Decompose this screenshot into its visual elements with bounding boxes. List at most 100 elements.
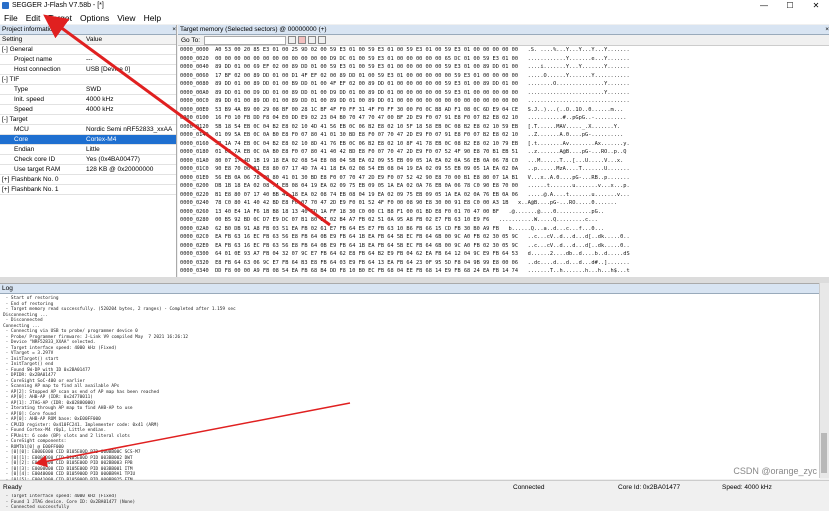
goto-label: Go To: [181,36,201,44]
minimize-button[interactable]: — [751,0,777,11]
project-setting: Host connection [0,64,84,75]
menu-view[interactable]: View [117,13,135,23]
project-value: Cortex-M4 [84,134,176,145]
project-row[interactable]: MCU Nordic Semi nRF52833_xxAA [0,124,176,135]
menu-file[interactable]: File [4,13,18,23]
project-value: --- [84,54,176,65]
hex-line: 0000_0300 64 01 0E 93 A7 FB 04 32 07 9C … [180,251,630,257]
log-scrollbar[interactable] [819,283,829,478]
project-value: 128 KB @ 0x20000000 [84,164,176,175]
nav-icon[interactable] [288,36,297,44]
project-info-panel: Project information × Setting Value [-] G… [0,25,177,277]
hex-line: 0000_0240 78 C0 80 41 40 42 BD E8 F0 07 … [180,200,617,206]
hex-line: 0000_01A0 80 07 17 4D 1B 19 18 EA 02 08 … [180,157,624,164]
menu-target[interactable]: Target [48,13,72,23]
log-output: - Start of restoring - End of restoring … [0,294,820,511]
project-row[interactable]: Speed 4000 kHz [0,104,176,115]
col-value[interactable]: Value [84,35,176,45]
project-value: SWD [84,84,176,95]
scroll-thumb[interactable] [821,433,827,473]
col-setting[interactable]: Setting [0,35,84,45]
menu-options[interactable]: Options [80,13,109,23]
hex-line: 0000_0060 17 BF 02 00 89 DD 01 00 D1 4F … [180,72,630,79]
project-value: USB [Device 0] [84,64,176,75]
project-row[interactable]: Init. speed 4000 kHz [0,94,176,105]
hex-line: 0000_0200 DB 1B 18 EA 02 08 74 EB 08 04 … [180,183,630,189]
hex-line: 0000_0280 00 B5 92 BD 0C D7 E9 DC 07 B1 … [180,217,598,223]
hex-line: 0000_0260 13 40 E4 1A F6 1B B8 18 13 40 … [180,208,605,215]
project-value: 4000 kHz [84,104,176,115]
panel-close-icon[interactable]: × [172,25,176,34]
project-value [84,44,176,55]
log-line: - Connected successfully [3,505,70,510]
memory-close-icon[interactable]: × [825,25,829,34]
hex-line: 0000_02C0 EA FB 63 16 EC FB 63 56 E8 FB … [180,234,630,240]
hex-line: 0000_00E0 53 B9 4A B9 00 29 08 BF 00 28 … [180,106,624,113]
memory-toolbar: Go To: [178,35,829,46]
project-setting: [+] Flashbank No. 0 [0,174,84,185]
project-row[interactable]: Type SWD [0,84,176,95]
project-row[interactable]: Host connection USB [Device 0] [0,64,176,75]
goto-input[interactable] [204,35,287,45]
project-row[interactable]: Project name --- [0,54,176,65]
title-bar: SEGGER J-Flash V7.58b - [*] — ☐ ✕ [0,0,829,11]
hex-line: 0000_0160 5B 1A 74 EB 0C 04 B2 E8 02 10 … [180,140,630,147]
hex-line: 0000_02A0 62 B0 DB 91 A8 FB 03 51 EA FB … [180,225,605,232]
project-setting: Speed [0,104,84,115]
project-row[interactable]: Endian Little [0,144,176,155]
project-setting: Core [0,134,84,145]
project-row[interactable]: [-] Target [0,114,176,125]
project-setting: [-] General [0,44,84,55]
x32-icon[interactable] [318,36,327,44]
project-info-header: Project information × [0,25,176,35]
project-row[interactable]: Core Cortex-M4 [0,134,176,145]
project-setting: Use target RAM [0,164,84,175]
hex-line: 0000_02E0 EA FB 63 16 EC FB 63 56 E8 FB … [180,242,630,249]
project-value [84,114,176,125]
hex-line: 0000_00C0 89 DD 01 00 89 DD 01 00 89 DD … [180,98,630,104]
project-row[interactable]: [-] General [0,44,176,55]
hex-line: 0000_0320 E8 FB 64 63 06 9C E7 FB 64 B3 … [180,259,630,266]
project-setting: Endian [0,144,84,155]
close-button[interactable]: ✕ [803,0,829,11]
x8-icon[interactable] [298,36,307,44]
menu-help[interactable]: Help [144,13,161,23]
hex-line: 0000_0080 89 DD 01 00 89 DD 01 00 B9 DD … [180,81,630,87]
hex-line: 0000_0360 E6 FB 08 65 EA FB 68 B5 EA FB … [180,276,829,277]
project-row[interactable]: [-] TIF [0,74,176,85]
hex-line: 0000_0000 A0 53 00 20 85 E3 01 00 25 9D … [180,47,630,53]
status-core-id: Core Id: 0x2BA01477 [618,484,681,491]
project-setting: [-] Target [0,114,84,125]
project-setting: Type [0,84,84,95]
project-row[interactable]: Use target RAM 128 KB @ 0x20000000 [0,164,176,175]
hex-line: 0000_0100 16 F0 10 FB DD F8 04 E0 DD E9 … [180,115,627,121]
menu-edit[interactable]: Edit [26,13,41,23]
project-value: Yes (0x4BA00477) [84,154,176,165]
project-value: Nordic Semi nRF52833_xxAA [84,124,176,135]
app-icon [2,2,9,9]
project-setting: [+] Flashbank No. 1 [0,184,84,195]
hex-line: 0000_0040 89 DD 01 00 69 EF 02 00 89 DD … [180,64,630,70]
log-panel: Log - Start of restoring - End of restor… [0,283,820,510]
hex-line: 0000_0220 B1 E8 80 07 17 40 BB 41 18 EA … [180,191,630,198]
status-speed: Speed: 4000 kHz [722,484,772,491]
project-value [84,74,176,85]
hex-line: 0000_0020 00 00 00 00 00 00 00 00 00 00 … [180,55,630,62]
project-setting: Project name [0,54,84,65]
hex-line: 0000_01E0 56 EB 0A 06 78 C0 80 41 01 30 … [180,174,630,181]
project-row[interactable]: Check core ID Yes (0x4BA00477) [0,154,176,165]
status-bar: Ready Connected Core Id: 0x2BA01477 Spee… [0,480,829,494]
project-row[interactable]: [+] Flashbank No. 0 [0,174,176,185]
project-setting: Check core ID [0,154,84,165]
project-table: Setting Value [-] General Project name ---… [0,35,176,195]
hex-line: 0000_0120 5B 18 54 EB 0C 04 B2 E8 02 10 … [180,123,621,130]
x16-icon[interactable] [308,36,317,44]
hex-dump[interactable]: 0000_0000 A0 53 00 20 85 E3 01 00 25 9D … [178,46,829,276]
project-value [84,184,176,195]
project-row[interactable]: [+] Flashbank No. 1 [0,184,176,195]
project-value: Little [84,144,176,155]
maximize-button[interactable]: ☐ [777,0,803,11]
hex-line: 0000_0180 01 09 7A EB 0C 0A B0 E8 F0 07 … [180,149,627,155]
project-value: 4000 kHz [84,94,176,105]
target-memory-panel: Target memory (Selected sectors) @ 00000… [178,25,829,277]
